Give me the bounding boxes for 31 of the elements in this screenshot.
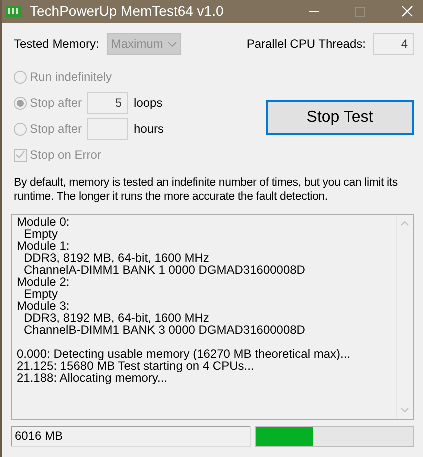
stop-test-button[interactable]: Stop Test <box>266 100 414 135</box>
log-line: ChannelB-DIMM1 BANK 3 0000 DGMAD31600008D <box>23 324 306 336</box>
log-line: Empty <box>23 228 60 240</box>
memory-stick-icon <box>6 6 22 17</box>
unit-label: hours <box>134 121 164 138</box>
unit-label: loops <box>134 95 163 112</box>
window-title: TechPowerUp MemTest64 v1.0 <box>30 2 224 21</box>
log-line: Module 2: <box>17 276 71 288</box>
log-line: DDR3, 8192 MB, 64-bit, 1600 MHz <box>23 312 210 324</box>
description-text: By default, memory is tested an indefinite number of times, but you can limit its runtime. The longer it runs the more accurate the fault detection. <box>14 176 399 204</box>
maximize-icon[interactable] <box>355 6 365 16</box>
log-line: 21.125: 15680 MB Test starting on 4 CPUs... <box>17 360 256 372</box>
minimize-icon[interactable] <box>309 11 319 12</box>
scroll-up-icon[interactable] <box>401 221 409 226</box>
tested-memory-label: Tested Memory: <box>14 36 100 53</box>
log-line: DDR3, 8192 MB, 64-bit, 1600 MHz <box>23 252 210 264</box>
close-icon[interactable] <box>402 6 413 17</box>
cpu-threads-field[interactable]: 4 <box>373 33 414 55</box>
log-line: Module 3: <box>17 300 71 312</box>
chevron-down-icon <box>168 42 178 46</box>
log-line: Empty <box>23 288 60 300</box>
count-field[interactable] <box>87 118 128 140</box>
checkmark-icon <box>16 151 25 159</box>
cpu-threads-label: Parallel CPU Threads: <box>246 36 366 53</box>
memory-status-field: 6016 MB <box>11 426 251 447</box>
log-line: ChannelA-DIMM1 BANK 1 0000 DGMAD31600008D <box>23 264 306 276</box>
log-line: 21.188: Allocating memory... <box>17 372 168 384</box>
log-line: Module 1: <box>17 240 71 252</box>
scroll-down-icon[interactable] <box>401 408 409 413</box>
log-line: 0.000: Detecting usable memory (16270 MB theoretical max)... <box>17 348 352 360</box>
log-line: Module 0: <box>17 216 71 228</box>
